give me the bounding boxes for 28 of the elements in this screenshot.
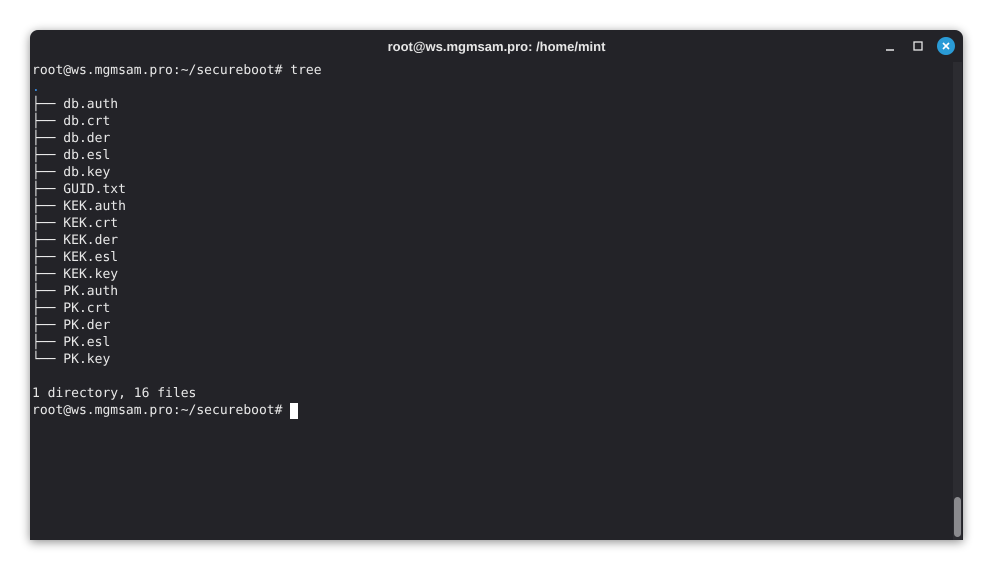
close-icon (941, 41, 951, 51)
output-line: ├── KEK.auth (32, 198, 126, 214)
maximize-icon (913, 41, 923, 51)
output-line: ├── db.key (32, 164, 110, 180)
directory-text: . (32, 79, 40, 96)
output-line: ├── KEK.der (32, 232, 118, 248)
output-line: 1 directory, 16 files (32, 385, 196, 402)
output-line: ├── KEK.esl (32, 249, 118, 266)
output-line: ├── KEK.key (32, 266, 118, 282)
output-line: ├── db.auth (32, 96, 118, 112)
output-line: ├── PK.esl (32, 334, 110, 350)
output-line: ├── PK.crt (32, 300, 110, 316)
output-line: ├── db.der (32, 130, 110, 146)
window-title: root@ws.mgmsam.pro: /home/mint (388, 38, 606, 54)
output-line: ├── GUID.txt (32, 181, 126, 198)
minimize-icon (886, 49, 894, 51)
output-line: └── PK.key (32, 351, 110, 368)
output-line: ├── db.crt (32, 113, 110, 130)
output-line: ├── db.esl (32, 147, 110, 164)
output-line: ├── PK.der (32, 317, 110, 334)
command-line: root@ws.mgmsam.pro:~/secureboot# tree (32, 62, 322, 79)
scrollbar[interactable] (953, 62, 962, 540)
prompt-text: root@ws.mgmsam.pro:~/secureboot# (32, 402, 282, 419)
text-cursor (290, 402, 298, 418)
output-line: ├── KEK.crt (32, 215, 118, 232)
output-line: ├── PK.auth (32, 283, 118, 300)
close-button[interactable] (937, 37, 955, 55)
scrollbar-thumb[interactable] (954, 497, 961, 537)
